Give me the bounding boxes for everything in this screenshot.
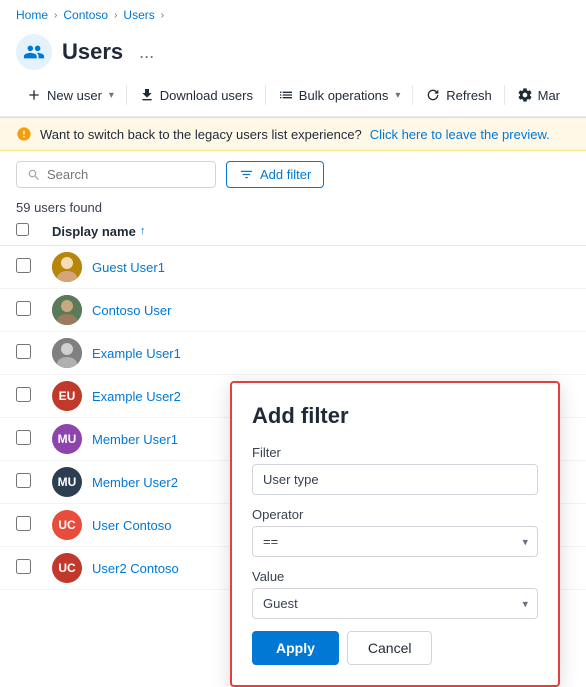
- search-box: [16, 161, 216, 188]
- row-checkbox-wrap[interactable]: [16, 344, 52, 362]
- sort-arrow[interactable]: ↑: [140, 225, 146, 237]
- users-icon: [16, 34, 52, 70]
- bulk-chevron: ▾: [395, 90, 400, 101]
- preview-banner: Want to switch back to the legacy users …: [0, 117, 586, 151]
- breadcrumb-users[interactable]: Users: [123, 8, 154, 22]
- row-checkbox-wrap[interactable]: [16, 516, 52, 534]
- breadcrumb-sep3: ›: [161, 10, 164, 21]
- preview-link[interactable]: Click here to leave the preview.: [370, 127, 550, 142]
- sep4: [504, 85, 505, 105]
- user-name-link[interactable]: Contoso User: [92, 303, 171, 318]
- filter-field-input[interactable]: [252, 464, 538, 495]
- row-checkbox[interactable]: [16, 473, 31, 488]
- users-count: 59 users found: [0, 198, 586, 217]
- table-row: Contoso User: [0, 289, 586, 332]
- row-checkbox[interactable]: [16, 559, 31, 574]
- row-checkbox[interactable]: [16, 344, 31, 359]
- user-name-link[interactable]: Member User1: [92, 432, 178, 447]
- value-field-label: Value: [252, 569, 538, 584]
- page-header: Users ...: [0, 30, 586, 78]
- row-checkbox[interactable]: [16, 516, 31, 531]
- breadcrumb-sep2: ›: [114, 10, 117, 21]
- user-name-link[interactable]: Example User2: [92, 389, 181, 404]
- row-checkbox[interactable]: [16, 387, 31, 402]
- search-input[interactable]: [47, 167, 205, 182]
- avatar: [52, 295, 82, 325]
- download-icon: [139, 87, 155, 103]
- sep3: [412, 85, 413, 105]
- avatar: [52, 338, 82, 368]
- breadcrumb-sep1: ›: [54, 10, 57, 21]
- main-area: Add filter 59 users found Display name ↑…: [0, 151, 586, 590]
- user-name-link[interactable]: User Contoso: [92, 518, 171, 533]
- new-user-button[interactable]: New user ▾: [16, 82, 124, 108]
- preview-text: Want to switch back to the legacy users …: [40, 127, 362, 142]
- bulk-icon: [278, 87, 294, 103]
- user-name-link[interactable]: Example User1: [92, 346, 181, 361]
- settings-icon: [517, 87, 533, 103]
- operator-field-label: Operator: [252, 507, 538, 522]
- avatar: UC: [52, 553, 82, 583]
- breadcrumb: Home › Contoso › Users ›: [0, 0, 586, 30]
- select-all-check[interactable]: [16, 223, 52, 239]
- avatar: EU: [52, 381, 82, 411]
- plus-icon: [26, 87, 42, 103]
- row-checkbox-wrap[interactable]: [16, 559, 52, 577]
- user-name-link[interactable]: Guest User1: [92, 260, 165, 275]
- value-select-wrap: Guest Member ▾: [252, 588, 538, 619]
- toolbar: New user ▾ Download users Bulk operation…: [0, 78, 586, 117]
- filter-panel-title: Add filter: [252, 403, 538, 429]
- user-group-svg: [23, 41, 45, 63]
- row-checkbox-wrap[interactable]: [16, 387, 52, 405]
- user-name-link[interactable]: User2 Contoso: [92, 561, 179, 576]
- search-icon: [27, 168, 41, 182]
- operator-select[interactable]: == != startsWith contains: [252, 526, 538, 557]
- avatar-photo: [52, 252, 82, 282]
- sep2: [265, 85, 266, 105]
- refresh-icon: [425, 87, 441, 103]
- panel-actions: Apply Cancel: [252, 631, 538, 665]
- filter-field-label: Filter: [252, 445, 538, 460]
- bulk-operations-button[interactable]: Bulk operations ▾: [268, 82, 411, 108]
- manage-button[interactable]: Mar: [507, 82, 570, 108]
- value-select[interactable]: Guest Member: [252, 588, 538, 619]
- column-display-name: Display name ↑: [52, 224, 145, 239]
- row-checkbox[interactable]: [16, 258, 31, 273]
- apply-button[interactable]: Apply: [252, 631, 339, 665]
- add-filter-button[interactable]: Add filter: [226, 161, 324, 188]
- avatar-photo: [52, 338, 82, 368]
- row-checkbox[interactable]: [16, 301, 31, 316]
- filter-icon: [239, 167, 254, 182]
- user-name-link[interactable]: Member User2: [92, 475, 178, 490]
- avatar: MU: [52, 467, 82, 497]
- table-header: Display name ↑: [0, 217, 586, 246]
- row-checkbox-wrap[interactable]: [16, 258, 52, 276]
- refresh-button[interactable]: Refresh: [415, 82, 502, 108]
- breadcrumb-home[interactable]: Home: [16, 8, 48, 22]
- avatar-photo: [52, 295, 82, 325]
- avatar: UC: [52, 510, 82, 540]
- sep1: [126, 85, 127, 105]
- row-checkbox-wrap[interactable]: [16, 430, 52, 448]
- table-row: Guest User1: [0, 246, 586, 289]
- avatar: MU: [52, 424, 82, 454]
- table-row: Example User1: [0, 332, 586, 375]
- operator-select-wrap: == != startsWith contains ▾: [252, 526, 538, 557]
- download-users-button[interactable]: Download users: [129, 82, 263, 108]
- row-checkbox-wrap[interactable]: [16, 301, 52, 319]
- warning-icon: [16, 126, 32, 142]
- page-title: Users: [62, 39, 123, 65]
- row-checkbox-wrap[interactable]: [16, 473, 52, 491]
- select-all-checkbox[interactable]: [16, 223, 29, 236]
- cancel-button[interactable]: Cancel: [347, 631, 433, 665]
- add-filter-panel: Add filter Filter Operator == != startsW…: [230, 381, 560, 687]
- avatar: [52, 252, 82, 282]
- filter-row: Add filter: [0, 151, 586, 198]
- more-options-button[interactable]: ...: [133, 40, 160, 65]
- row-checkbox[interactable]: [16, 430, 31, 445]
- breadcrumb-contoso[interactable]: Contoso: [63, 8, 108, 22]
- new-user-chevron: ▾: [109, 90, 114, 101]
